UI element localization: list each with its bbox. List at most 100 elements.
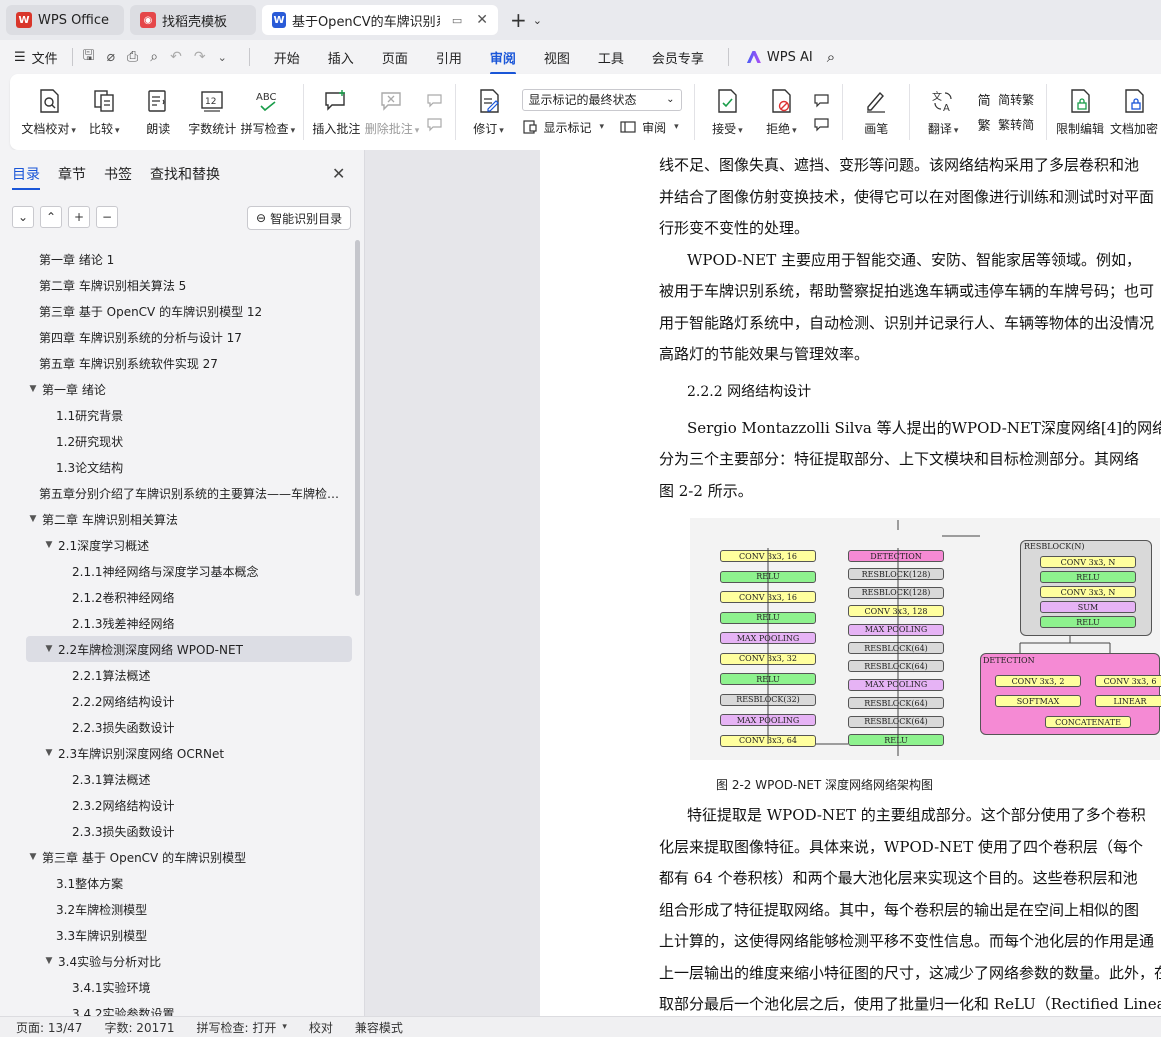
track-changes-button[interactable]: 修订 ▾ bbox=[467, 88, 511, 137]
document-page[interactable]: 线不足、图像失真、遮挡、变形等问题。该网络结构采用了多层卷积和池 并结合了图像仿射… bbox=[540, 150, 1161, 1016]
next-comment-icon[interactable] bbox=[427, 116, 443, 132]
print-preview-icon[interactable]: ⌕ bbox=[150, 49, 158, 65]
spell-check-button[interactable]: ABC 拼写检查 ▾ bbox=[241, 88, 296, 137]
collapse-down-icon[interactable]: ⌄ bbox=[12, 206, 34, 228]
insert-comment-button[interactable]: 插入批注 bbox=[312, 88, 360, 137]
expand-toggle-icon[interactable]: ▼ bbox=[42, 956, 56, 966]
tab-docer-templates[interactable]: ◉ 找稻壳模板 bbox=[130, 5, 256, 35]
toc-item[interactable]: ▼ 第三章 基于 OpenCV 的车牌识别模型 bbox=[26, 844, 352, 870]
menu-tab-member[interactable]: 会员专享 bbox=[652, 42, 704, 73]
add-icon[interactable]: + bbox=[68, 206, 90, 228]
doc-proof-button[interactable]: 文档校对 ▾ bbox=[21, 88, 76, 137]
translate-button[interactable]: 文A 翻译 ▾ bbox=[921, 88, 965, 137]
markup-state-select[interactable]: 显示标记的最终状态 ⌄ bbox=[521, 88, 682, 111]
tab-chapters[interactable]: 章节 bbox=[58, 164, 86, 190]
toc-item[interactable]: ▼ 2.1深度学习概述 bbox=[26, 532, 352, 558]
toc-item[interactable]: ▼ 2.2车牌检测深度网络 WPOD-NET bbox=[26, 636, 352, 662]
expand-toggle-icon[interactable]: ▼ bbox=[26, 384, 40, 394]
toc-item[interactable]: 3.2车牌检测模型 bbox=[26, 896, 352, 922]
accept-button[interactable]: 接受 ▾ bbox=[705, 88, 749, 137]
expand-toggle-icon[interactable]: ▼ bbox=[42, 540, 56, 550]
show-markup-button[interactable]: 显示标记 ▾ bbox=[522, 119, 604, 136]
toc-item[interactable]: 1.3论文结构 bbox=[26, 454, 352, 480]
next-change-icon[interactable] bbox=[814, 116, 830, 132]
remove-icon[interactable]: − bbox=[96, 206, 118, 228]
compare-button[interactable]: 比较 ▾ bbox=[82, 88, 126, 137]
delete-comment-button[interactable]: 删除批注 ▾ bbox=[365, 88, 419, 137]
word-count-indicator[interactable]: 字数: 20171 bbox=[104, 1019, 174, 1036]
toc-item[interactable]: 2.1.2卷积神经网络 bbox=[26, 584, 352, 610]
proofing-status[interactable]: 校对 bbox=[309, 1019, 333, 1036]
menu-tab-page[interactable]: 页面 bbox=[382, 42, 408, 73]
chevron-down-icon[interactable]: ⌄ bbox=[533, 14, 542, 27]
expand-up-icon[interactable]: ⌃ bbox=[40, 206, 62, 228]
format-painter-icon[interactable]: ⌀ bbox=[107, 49, 115, 65]
tab-document[interactable]: W 基于OpenCV的车牌识别系统 ▭ ✕ bbox=[262, 5, 498, 35]
toc-item[interactable]: ▼ 第二章 车牌识别相关算法 bbox=[26, 506, 352, 532]
new-tab-button[interactable]: + ⌄ bbox=[510, 8, 542, 32]
expand-toggle-icon[interactable]: ▼ bbox=[42, 748, 56, 758]
toc-item[interactable]: 第二章 车牌识别相关算法 5 bbox=[26, 272, 352, 298]
menu-tab-references[interactable]: 引用 bbox=[436, 42, 462, 73]
redo-icon[interactable]: ↷ bbox=[194, 49, 206, 65]
expand-toggle-icon[interactable]: ▼ bbox=[42, 644, 56, 654]
tab-find-replace[interactable]: 查找和替换 bbox=[150, 164, 220, 190]
save-icon[interactable]: 🖫 bbox=[83, 45, 95, 69]
expand-toggle-icon[interactable]: ▼ bbox=[26, 514, 40, 524]
close-icon[interactable]: ✕ bbox=[332, 164, 345, 183]
previous-comment-icon[interactable] bbox=[427, 92, 443, 108]
toc-item[interactable]: 2.3.2网络结构设计 bbox=[26, 792, 352, 818]
expand-toggle-icon[interactable]: ▼ bbox=[26, 852, 40, 862]
read-aloud-button[interactable]: 朗读 bbox=[136, 88, 180, 137]
toc-item[interactable]: 3.1整体方案 bbox=[26, 870, 352, 896]
toc-item[interactable]: 2.3.3损失函数设计 bbox=[26, 818, 352, 844]
page-indicator[interactable]: 页面: 13/47 bbox=[16, 1019, 82, 1036]
close-icon[interactable]: ✕ bbox=[476, 12, 488, 28]
menu-tab-tools[interactable]: 工具 bbox=[598, 42, 624, 73]
toc-item[interactable]: 第五章 车牌识别系统软件实现 27 bbox=[26, 350, 352, 376]
toc-item[interactable]: 第三章 基于 OpenCV 的车牌识别模型 12 bbox=[26, 298, 352, 324]
tab-bookmarks[interactable]: 书签 bbox=[104, 164, 132, 190]
menu-tab-review[interactable]: 审阅 bbox=[489, 42, 516, 75]
toc-item[interactable]: 2.2.2网络结构设计 bbox=[26, 688, 352, 714]
wps-ai-button[interactable]: WPS AI bbox=[746, 50, 813, 65]
toc-item[interactable]: 2.3.1算法概述 bbox=[26, 766, 352, 792]
restrict-editing-button[interactable]: 限制编辑 bbox=[1056, 88, 1104, 137]
simplified-to-traditional-button[interactable]: 简 简转繁 bbox=[976, 91, 1035, 109]
toc-item[interactable]: 第四章 车牌识别系统的分析与设计 17 bbox=[26, 324, 352, 350]
chevron-down-icon[interactable]: ⌄ bbox=[218, 51, 227, 64]
smart-toc-button[interactable]: ⊖ 智能识别目录 bbox=[247, 206, 352, 230]
spell-check-status[interactable]: 拼写检查: 打开 ▾ bbox=[197, 1019, 287, 1036]
menu-tab-start[interactable]: 开始 bbox=[274, 42, 300, 73]
ink-button[interactable]: 画笔 bbox=[854, 88, 898, 137]
toc-item[interactable]: 2.1.1神经网络与深度学习基本概念 bbox=[26, 558, 352, 584]
toc-item[interactable]: 第五章分别介绍了车牌识别系统的主要算法——车牌检… bbox=[26, 480, 352, 506]
menu-tab-insert[interactable]: 插入 bbox=[328, 42, 354, 73]
toc-item[interactable]: 2.2.1算法概述 bbox=[26, 662, 352, 688]
file-menu[interactable]: ☰ 文件 bbox=[14, 48, 58, 67]
previous-change-icon[interactable] bbox=[814, 92, 830, 108]
review-pane-button[interactable]: 审阅 ▾ bbox=[620, 119, 679, 136]
toc-item[interactable]: 2.1.3残差神经网络 bbox=[26, 610, 352, 636]
toc-item[interactable]: 第一章 绪论 1 bbox=[26, 246, 352, 272]
search-icon[interactable]: ⌕ bbox=[827, 48, 835, 66]
toc-item[interactable]: ▼ 2.3车牌识别深度网络 OCRNet bbox=[26, 740, 352, 766]
toc-item[interactable]: ▼ 3.4实验与分析对比 bbox=[26, 948, 352, 974]
encrypt-button[interactable]: 文档加密 bbox=[1110, 88, 1158, 137]
print-icon[interactable]: ⎙ bbox=[127, 49, 138, 65]
toc-item[interactable]: 3.3车牌识别模型 bbox=[26, 922, 352, 948]
tab-toc[interactable]: 目录 bbox=[12, 164, 40, 190]
toc-item[interactable]: ▼ 第一章 绪论 bbox=[26, 376, 352, 402]
traditional-to-simplified-button[interactable]: 繁 繁转简 bbox=[976, 116, 1035, 134]
toc-item[interactable]: 1.1研究背景 bbox=[26, 402, 352, 428]
window-icon[interactable]: ▭ bbox=[452, 14, 462, 27]
toc-scrollbar[interactable] bbox=[355, 240, 360, 596]
reject-button[interactable]: 拒绝 ▾ bbox=[759, 88, 803, 137]
tab-wps-office[interactable]: W WPS Office bbox=[6, 5, 124, 35]
word-count-button[interactable]: 12 字数统计 bbox=[188, 88, 236, 137]
menu-tab-view[interactable]: 视图 bbox=[544, 42, 570, 73]
toc-item[interactable]: 2.2.3损失函数设计 bbox=[26, 714, 352, 740]
undo-icon[interactable]: ↶ bbox=[170, 49, 182, 65]
toc-item[interactable]: 1.2研究现状 bbox=[26, 428, 352, 454]
toc-item[interactable]: 3.4.1实验环境 bbox=[26, 974, 352, 1000]
